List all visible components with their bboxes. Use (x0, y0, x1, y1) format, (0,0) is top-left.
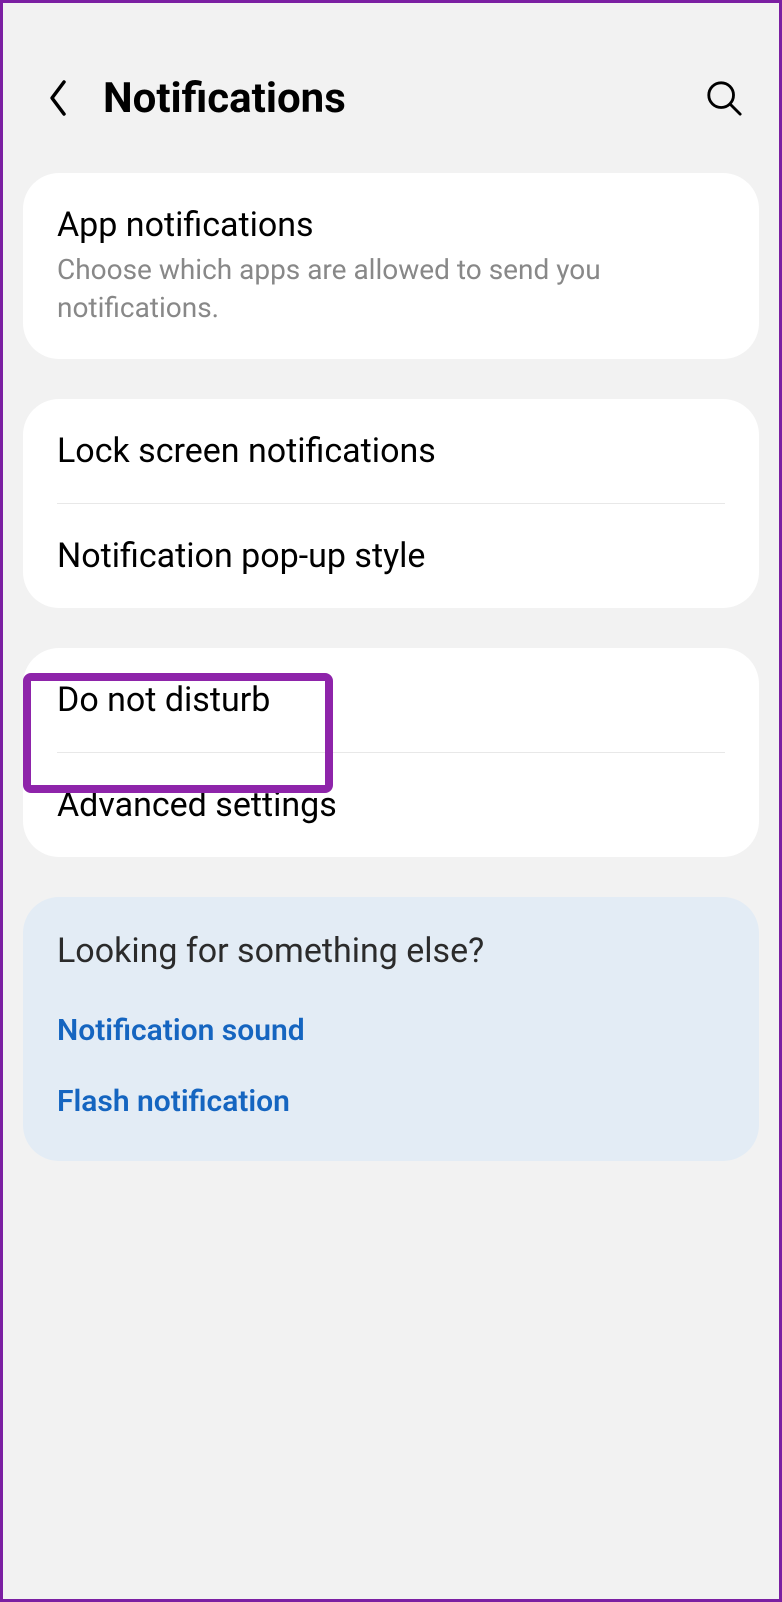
chevron-left-icon (46, 78, 70, 118)
page-title: Notifications (103, 74, 699, 123)
item-title: Notification pop-up style (57, 536, 725, 576)
page-header: Notifications (3, 3, 779, 173)
back-button[interactable] (33, 73, 83, 123)
link-notification-sound[interactable]: Notification sound (23, 995, 759, 1066)
card-display-settings: Lock screen notifications Notification p… (23, 399, 759, 608)
search-icon (705, 79, 743, 117)
looking-for-heading: Looking for something else? (23, 897, 759, 995)
card-looking-for: Looking for something else? Notification… (23, 897, 759, 1161)
item-do-not-disturb[interactable]: Do not disturb (23, 648, 759, 752)
card-app-notifications: App notifications Choose which apps are … (23, 173, 759, 359)
item-lock-screen-notifications[interactable]: Lock screen notifications (23, 399, 759, 503)
card-dnd-advanced: Do not disturb Advanced settings (23, 648, 759, 857)
item-title: Advanced settings (57, 785, 725, 825)
item-title: Lock screen notifications (57, 431, 725, 471)
item-popup-style[interactable]: Notification pop-up style (23, 504, 759, 608)
item-subtitle: Choose which apps are allowed to send yo… (57, 251, 725, 327)
link-flash-notification[interactable]: Flash notification (23, 1066, 759, 1161)
search-button[interactable] (699, 73, 749, 123)
item-title: Do not disturb (57, 680, 725, 720)
item-app-notifications[interactable]: App notifications Choose which apps are … (23, 173, 759, 359)
item-title: App notifications (57, 205, 725, 245)
item-advanced-settings[interactable]: Advanced settings (23, 753, 759, 857)
